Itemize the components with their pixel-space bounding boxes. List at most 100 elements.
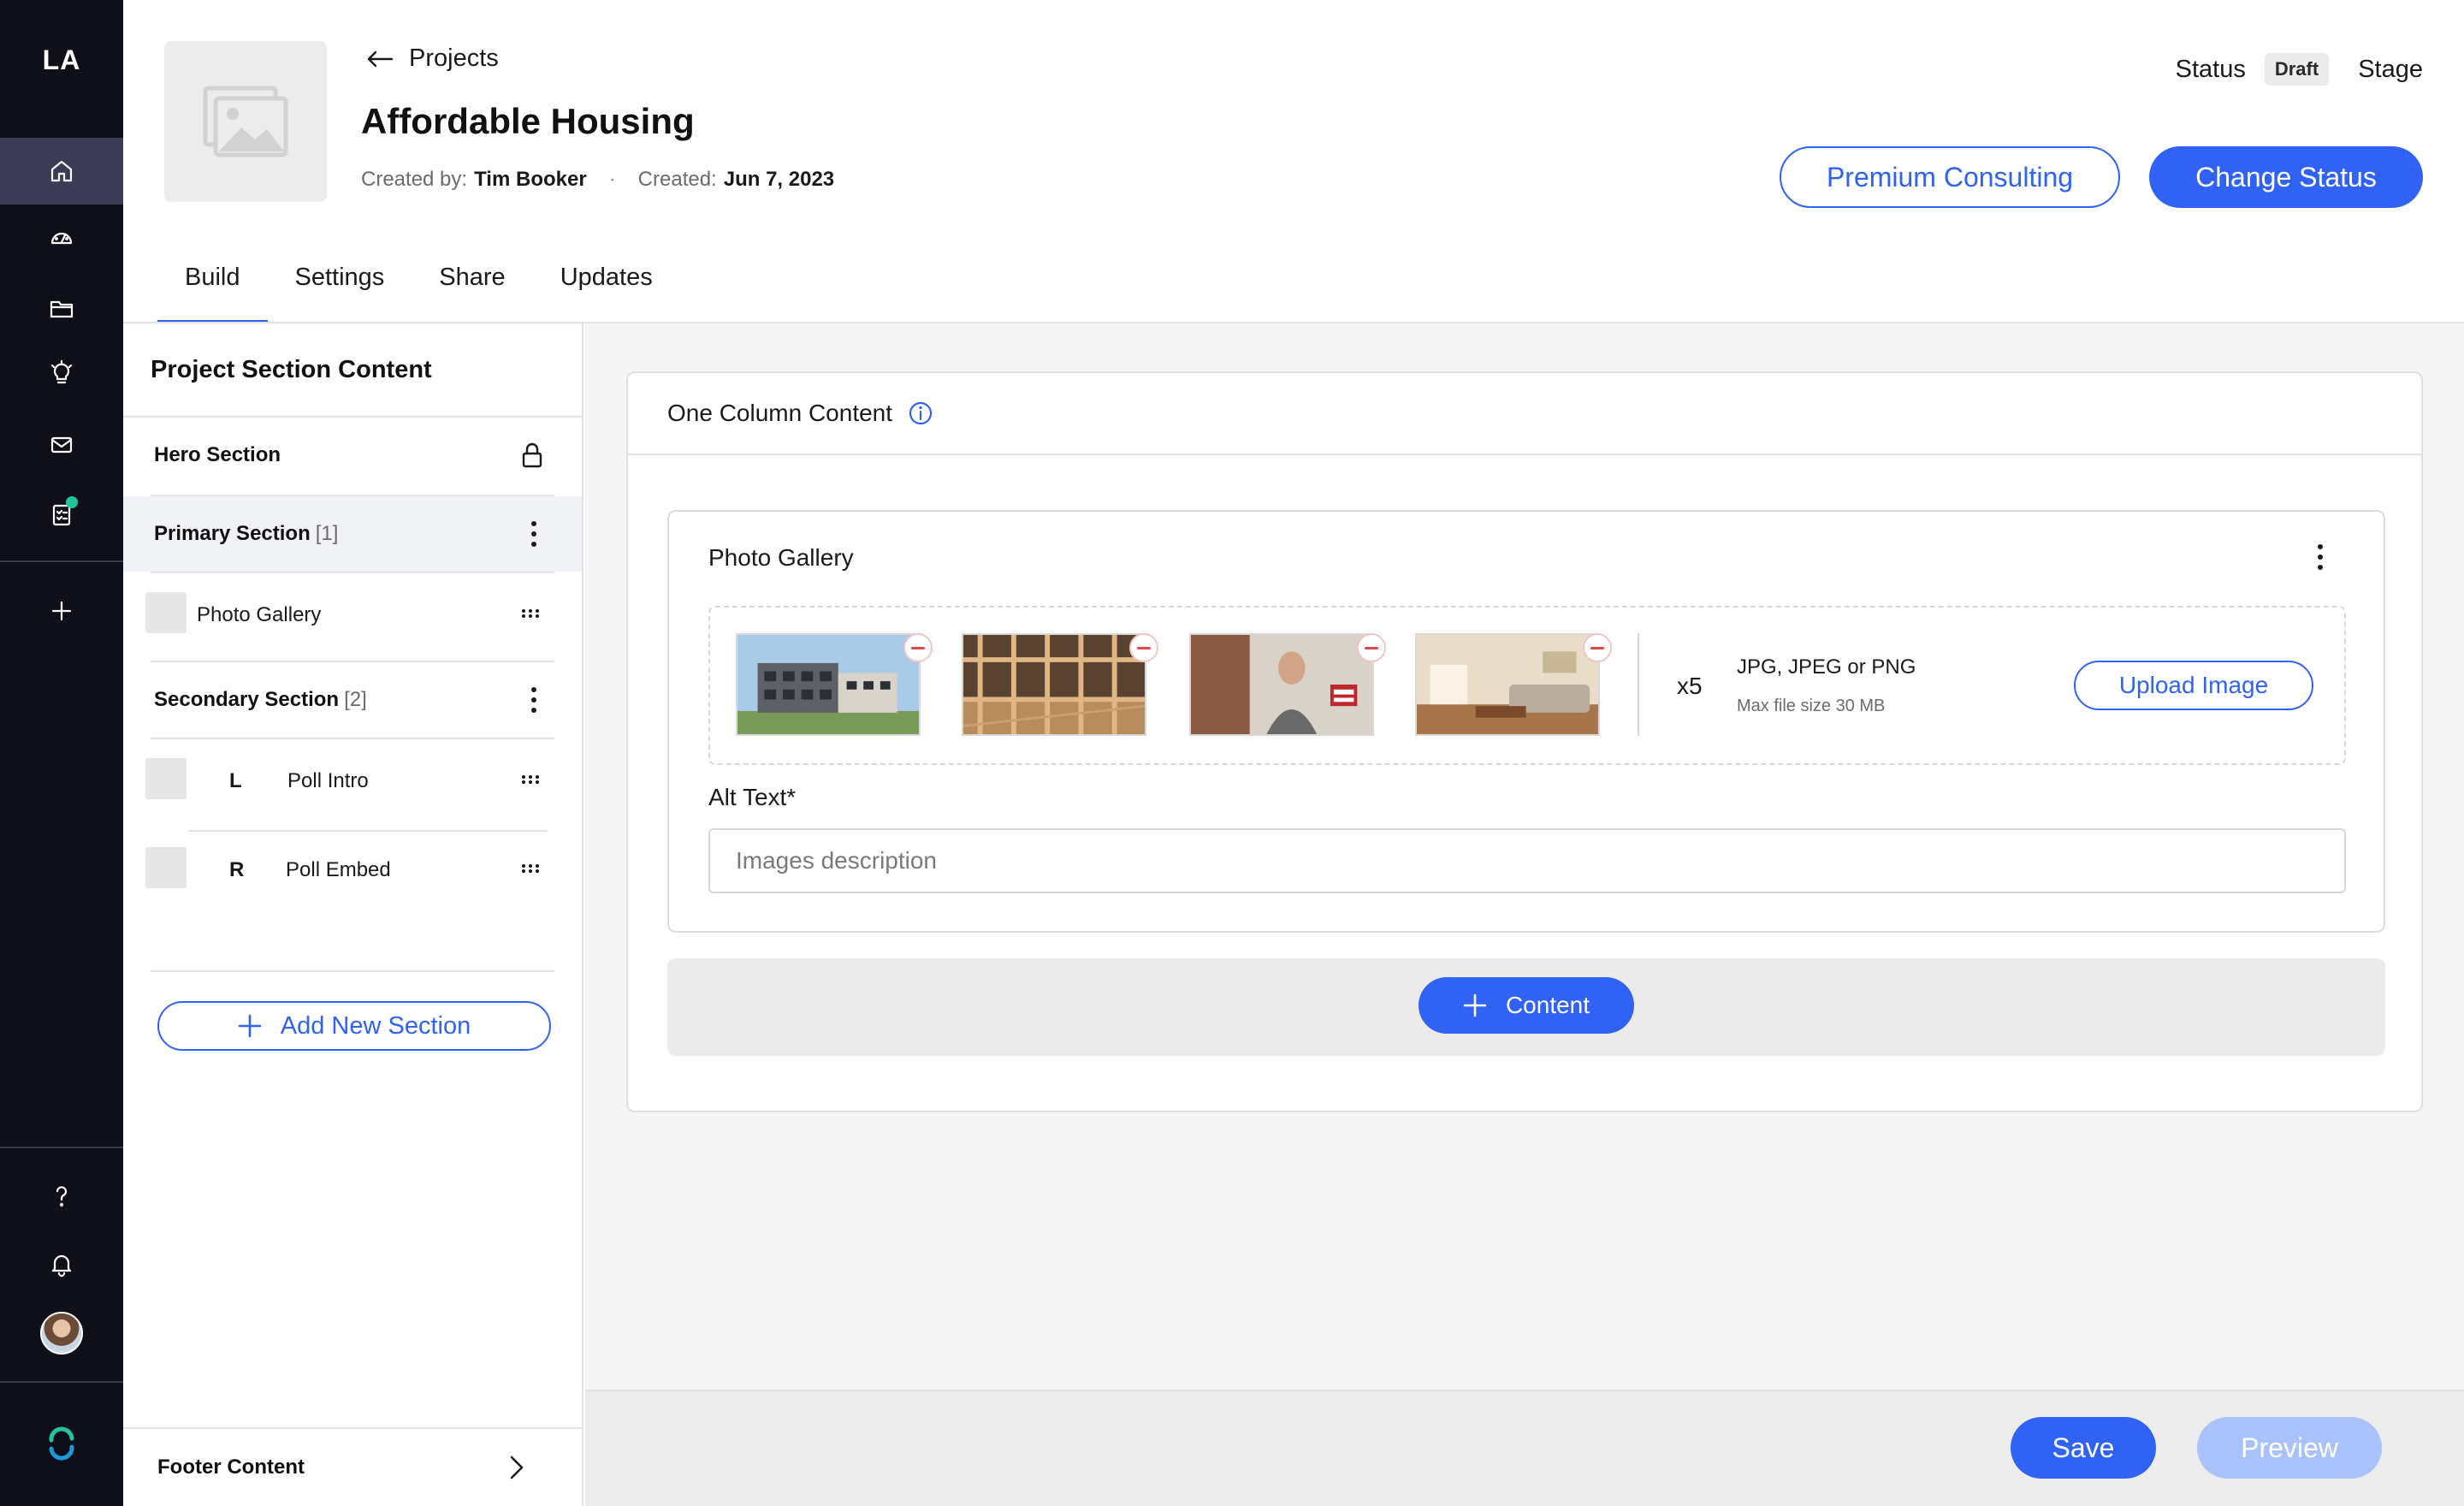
- photo-gallery-item-label: Photo Gallery: [197, 603, 322, 626]
- gallery-menu-icon[interactable]: [2317, 544, 2324, 570]
- notification-dot: [66, 496, 78, 508]
- one-column-content-card: One Column Content Photo Gallery x5 JPG,…: [626, 371, 2423, 1112]
- remove-image-icon[interactable]: [1129, 633, 1158, 662]
- alt-text-input[interactable]: [708, 828, 2346, 893]
- drag-handle-icon[interactable]: [522, 864, 539, 873]
- remove-image-icon[interactable]: [1583, 633, 1612, 662]
- item-thumbnail: [145, 592, 187, 633]
- status-badge: Draft: [2264, 53, 2330, 86]
- alt-text-label: Alt Text*: [708, 784, 797, 810]
- mail-icon: [50, 436, 73, 454]
- content-button-label: Content: [1505, 992, 1590, 1018]
- max-file-size: Max file size 30 MB: [1737, 697, 1886, 715]
- nav-ideas[interactable]: [0, 340, 123, 406]
- tab-bar: Build Settings Share Updates: [157, 257, 680, 323]
- remove-image-icon[interactable]: [1357, 633, 1386, 662]
- rail-divider: [0, 1381, 123, 1383]
- secondary-section-row[interactable]: Secondary Section [2]: [123, 662, 582, 738]
- brand-logo: [49, 1426, 74, 1461]
- section-sidebar: Project Section Content Hero Section Pri…: [123, 323, 583, 1506]
- bell-icon: [51, 1254, 72, 1278]
- column-side-label: L: [229, 769, 242, 792]
- nav-dashboard[interactable]: [0, 205, 123, 271]
- nav-rail: LA: [0, 0, 123, 1506]
- list-item-poll-intro[interactable]: L Poll Intro: [123, 739, 582, 820]
- home-icon: [50, 160, 73, 182]
- list-item-photo-gallery[interactable]: Photo Gallery: [123, 573, 582, 654]
- construction-photo: [963, 635, 1145, 734]
- nav-messages[interactable]: [0, 412, 123, 478]
- created-by-value: Tim Booker: [474, 168, 587, 191]
- tab-settings[interactable]: Settings: [268, 257, 412, 323]
- remove-image-icon[interactable]: [903, 633, 933, 662]
- tab-share[interactable]: Share: [412, 257, 532, 323]
- arrow-left-icon: [367, 50, 394, 67]
- nav-tasks[interactable]: [0, 481, 123, 548]
- info-icon[interactable]: [908, 400, 933, 426]
- created-date-label: Created:: [637, 168, 717, 191]
- help-icon: [56, 1186, 68, 1207]
- created-date-value: Jun 7, 2023: [723, 168, 835, 191]
- gallery-image[interactable]: [1415, 633, 1600, 736]
- divider: [151, 970, 554, 972]
- image-dropzone[interactable]: x5 JPG, JPEG or PNG Max file size 30 MB …: [708, 606, 2346, 765]
- apartment-photo: [737, 635, 919, 734]
- gallery-image[interactable]: [1189, 633, 1374, 736]
- back-link-label: Projects: [409, 44, 499, 72]
- avatar[interactable]: [40, 1312, 83, 1355]
- upload-image-button[interactable]: Upload Image: [2074, 661, 2313, 710]
- project-thumbnail[interactable]: [164, 41, 327, 202]
- primary-section-menu-icon[interactable]: [530, 521, 537, 547]
- footer-content-row[interactable]: Footer Content: [123, 1427, 582, 1506]
- plus-icon: [238, 1014, 262, 1038]
- tab-updates[interactable]: Updates: [533, 257, 680, 323]
- editor-canvas: One Column Content Photo Gallery x5 JPG,…: [585, 323, 2464, 1390]
- gallery-image[interactable]: [736, 633, 921, 736]
- back-to-projects-link[interactable]: Projects: [366, 44, 499, 73]
- lightbulb-icon: [50, 359, 73, 384]
- gallery-image[interactable]: [962, 633, 1146, 736]
- tab-build[interactable]: Build: [157, 257, 268, 323]
- rail-divider: [0, 560, 123, 562]
- nav-add[interactable]: [0, 578, 123, 644]
- footer-content-label: Footer Content: [157, 1456, 305, 1479]
- change-status-button[interactable]: Change Status: [2149, 146, 2423, 208]
- add-content-button[interactable]: Content: [1419, 977, 1634, 1034]
- list-item-poll-embed[interactable]: R Poll Embed: [123, 832, 582, 912]
- secondary-section-menu-icon[interactable]: [530, 687, 537, 713]
- card-header: One Column Content: [628, 373, 2421, 455]
- primary-section-count: [1]: [315, 522, 339, 545]
- sidebar-title: Project Section Content: [151, 356, 432, 383]
- secondary-section-count: [2]: [344, 688, 367, 711]
- drag-handle-icon[interactable]: [522, 609, 539, 618]
- preview-button[interactable]: Preview: [2197, 1417, 2382, 1479]
- stage-label[interactable]: Stage: [2358, 56, 2423, 84]
- app-logo[interactable]: LA: [0, 44, 123, 76]
- poll-embed-label: Poll Embed: [286, 858, 391, 881]
- page-title: Affordable Housing: [361, 101, 695, 141]
- image-placeholder-icon: [203, 86, 288, 157]
- nav-home[interactable]: [0, 138, 123, 205]
- add-section-label: Add New Section: [280, 1011, 471, 1040]
- save-button[interactable]: Save: [2011, 1417, 2156, 1479]
- nav-projects[interactable]: [0, 275, 123, 341]
- drag-handle-icon[interactable]: [522, 775, 539, 784]
- divider: [1638, 633, 1639, 736]
- nav-help[interactable]: [0, 1162, 123, 1229]
- status-label: Status: [2175, 55, 2246, 83]
- chevron-right-icon: [510, 1456, 524, 1479]
- accepted-formats: JPG, JPEG or PNG: [1737, 655, 1916, 679]
- primary-section-row[interactable]: Primary Section [1]: [123, 496, 582, 572]
- created-by-label: Created by:: [361, 168, 468, 191]
- living-room-photo: [1417, 635, 1598, 734]
- plus-icon: [51, 601, 72, 621]
- project-meta: Created by: Tim Booker · Created: Jun 7,…: [361, 168, 834, 192]
- add-content-bar: Content: [667, 958, 2385, 1056]
- premium-consulting-button[interactable]: Premium Consulting: [1780, 146, 2120, 208]
- hero-section-row[interactable]: Hero Section: [123, 418, 582, 493]
- realtor-photo: [1191, 635, 1372, 734]
- column-side-label: R: [229, 858, 245, 881]
- nav-notifications[interactable]: [0, 1230, 123, 1297]
- primary-section-label: Primary Section [1]: [154, 522, 339, 545]
- add-new-section-button[interactable]: Add New Section: [157, 1001, 551, 1051]
